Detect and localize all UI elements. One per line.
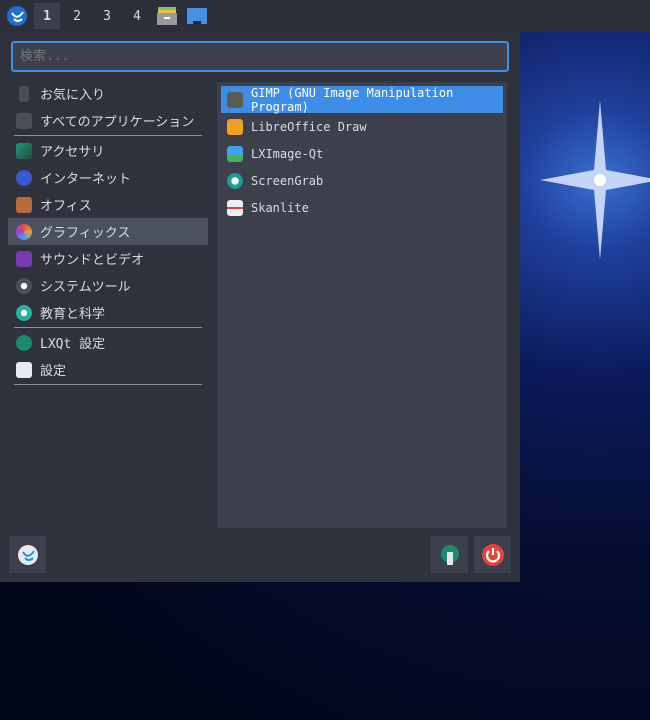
category-settings[interactable]: 設定 xyxy=(8,356,208,383)
category-education-science[interactable]: 教育と科学 xyxy=(8,299,208,326)
lxqt-settings-icon xyxy=(16,334,32,351)
settings-icon xyxy=(16,361,32,378)
app-skanlite[interactable]: Skanlite xyxy=(221,194,503,221)
category-lxqt-settings[interactable]: LXQt 設定 xyxy=(8,329,208,356)
image-viewer-icon xyxy=(227,145,243,162)
desktop-icon xyxy=(187,8,207,24)
divider xyxy=(14,327,202,328)
taskbar: 1 2 3 4 xyxy=(0,0,650,32)
gimp-icon xyxy=(227,91,243,108)
app-libreoffice-draw[interactable]: LibreOffice Draw xyxy=(221,113,503,140)
gear-icon xyxy=(16,277,32,294)
search-input[interactable] xyxy=(11,41,509,72)
application-menu: お気に入り すべてのアプリケーション アクセサリ インターネット オフィス グラ… xyxy=(0,32,520,582)
bookmark-icon xyxy=(19,85,29,102)
screenshot-icon xyxy=(227,172,243,189)
wrench-gear-icon xyxy=(440,544,459,565)
lubuntu-logo-icon xyxy=(7,6,27,26)
workspace-2[interactable]: 2 xyxy=(64,3,90,29)
divider xyxy=(14,384,202,385)
briefcase-icon xyxy=(16,196,32,213)
file-manager-button[interactable] xyxy=(154,3,180,29)
science-icon xyxy=(16,304,32,321)
power-button[interactable] xyxy=(474,536,511,573)
internet-icon xyxy=(16,169,32,186)
file-cabinet-icon xyxy=(157,7,177,25)
divider xyxy=(14,135,202,136)
category-accessories[interactable]: アクセサリ xyxy=(8,137,208,164)
scanner-icon xyxy=(227,199,243,216)
about-button[interactable] xyxy=(9,536,46,573)
folder-icon xyxy=(16,112,32,129)
multimedia-icon xyxy=(16,250,32,267)
show-desktop-button[interactable] xyxy=(184,3,210,29)
category-internet[interactable]: インターネット xyxy=(8,164,208,191)
workspace-1[interactable]: 1 xyxy=(34,3,60,29)
workspace-4[interactable]: 4 xyxy=(124,3,150,29)
main-menu-button[interactable] xyxy=(4,3,30,29)
app-screengrab[interactable]: ScreenGrab xyxy=(221,167,503,194)
category-favorites[interactable]: お気に入り xyxy=(8,80,208,107)
libreoffice-draw-icon xyxy=(227,118,243,135)
category-system-tools[interactable]: システムツール xyxy=(8,272,208,299)
category-all-applications[interactable]: すべてのアプリケーション xyxy=(8,107,208,134)
accessories-icon xyxy=(16,142,32,159)
graphics-icon xyxy=(16,223,32,240)
app-gimp[interactable]: GIMP (GNU Image Manipulation Program) xyxy=(221,86,503,114)
application-list: GIMP (GNU Image Manipulation Program) Li… xyxy=(217,82,507,528)
app-lximage-qt[interactable]: LXImage-Qt xyxy=(221,140,503,167)
lxqt-settings-button[interactable] xyxy=(431,536,468,573)
category-list: お気に入り すべてのアプリケーション アクセサリ インターネット オフィス グラ… xyxy=(8,80,208,386)
wallpaper-star xyxy=(540,100,650,260)
category-multimedia[interactable]: サウンドとビデオ xyxy=(8,245,208,272)
power-icon xyxy=(481,543,504,566)
category-office[interactable]: オフィス xyxy=(8,191,208,218)
lubuntu-logo-icon xyxy=(17,544,38,565)
category-graphics[interactable]: グラフィックス xyxy=(8,218,208,245)
workspace-3[interactable]: 3 xyxy=(94,3,120,29)
